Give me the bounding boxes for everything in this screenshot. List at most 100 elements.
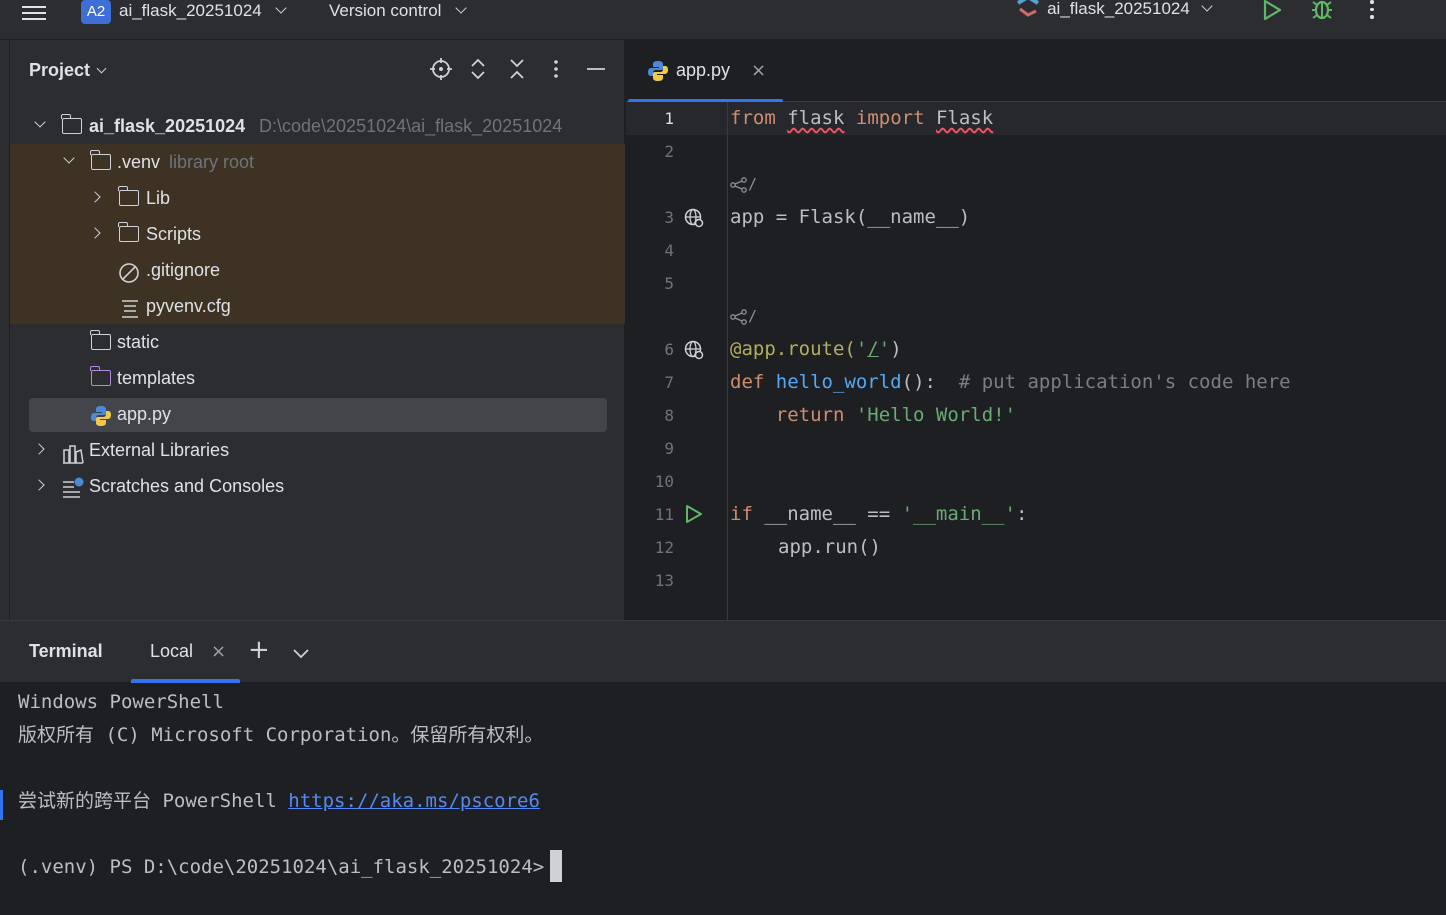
main-menu-icon[interactable] xyxy=(22,2,52,22)
locate-icon[interactable] xyxy=(430,58,452,80)
run-config-selector[interactable]: ai_flask_20251024 xyxy=(1014,0,1213,21)
scratch-icon xyxy=(62,475,86,511)
code-token: / xyxy=(867,338,879,360)
tree-item-label: Scripts xyxy=(146,224,202,244)
tree-item-app-py[interactable]: app.py xyxy=(10,396,625,432)
chevron-down-icon xyxy=(275,2,287,14)
code-area[interactable]: from flask import Flask / app = Flask(__… xyxy=(730,102,1446,620)
tree-item-root[interactable]: ai_flask_20251024 D:\code\20251024\ai_fl… xyxy=(10,108,625,144)
line-number: 5 xyxy=(664,274,674,293)
line-number: 11 xyxy=(654,505,674,524)
tree-item-static[interactable]: static xyxy=(10,324,625,360)
debug-icon xyxy=(1312,0,1332,20)
terminal-line: Windows PowerShell xyxy=(18,691,224,713)
code-token: __name__ == xyxy=(752,503,902,525)
tree-item-pyvenv[interactable]: pyvenv.cfg xyxy=(10,288,625,324)
run-button[interactable] xyxy=(1262,0,1282,24)
tree-item-venv[interactable]: .venv library root xyxy=(10,144,625,180)
tree-item-gitignore[interactable]: .gitignore xyxy=(10,252,625,288)
project-tree: ai_flask_20251024 D:\code\20251024\ai_fl… xyxy=(10,108,625,504)
endpoint-hint[interactable]: / xyxy=(730,168,757,201)
tree-item-label: pyvenv.cfg xyxy=(146,296,231,316)
share-icon xyxy=(730,308,747,325)
debug-button[interactable] xyxy=(1310,0,1334,24)
terminal-options-chevron-down-icon[interactable] xyxy=(293,644,309,659)
line-number: 8 xyxy=(664,406,674,425)
code-token: '__main__' xyxy=(901,503,1016,525)
chevron-down-icon[interactable] xyxy=(34,116,46,128)
code-token: Flask xyxy=(935,107,994,129)
code-token: ' xyxy=(878,338,891,360)
terminal-tab-local[interactable]: Local xyxy=(150,641,193,662)
terminal-line: 尝试新的跨平台 PowerShell https://aka.ms/pscore… xyxy=(18,785,540,818)
code-line: from flask import Flask xyxy=(730,102,993,135)
tree-item-scripts[interactable]: Scripts xyxy=(10,216,625,252)
project-badge[interactable]: A2 xyxy=(81,0,111,24)
code-token: import xyxy=(855,107,925,129)
project-switcher[interactable]: ai_flask_20251024 xyxy=(119,0,287,22)
code-line: app = Flask(__name__) xyxy=(730,206,971,228)
web-globe-icon[interactable] xyxy=(684,208,704,232)
tree-item-templates[interactable]: templates xyxy=(10,360,625,396)
line-number: 3 xyxy=(664,208,674,227)
new-terminal-plus-icon[interactable]: + xyxy=(248,635,270,665)
project-view-selector[interactable]: Project xyxy=(29,60,107,81)
vcs-menu[interactable]: Version control xyxy=(329,0,467,22)
options-icon[interactable] xyxy=(547,58,565,80)
terminal-prompt-line[interactable]: (.venv) PS D:\code\20251024\ai_flask_202… xyxy=(18,849,563,884)
chevron-right-icon[interactable] xyxy=(33,443,45,455)
editor-tab-app-py[interactable]: app.py × xyxy=(626,40,783,103)
templates-folder-icon xyxy=(90,366,111,386)
project-toolbar xyxy=(430,58,605,80)
code-line: app.run() xyxy=(778,536,881,558)
terminal-prompt: (.venv) PS D:\code\20251024\ai_flask_202… xyxy=(18,856,545,878)
close-icon[interactable]: × xyxy=(211,641,226,662)
terminal-title: Terminal xyxy=(29,641,103,661)
project-name: ai_flask_20251024 xyxy=(119,1,262,20)
tree-item-scratches[interactable]: Scratches and Consoles xyxy=(10,468,625,504)
line-number: 2 xyxy=(664,142,674,161)
line-number: 1 xyxy=(664,109,674,128)
vcs-label: Version control xyxy=(329,1,442,20)
flask-run-config-icon xyxy=(1016,0,1040,17)
tree-item-external-libraries[interactable]: External Libraries xyxy=(10,432,625,468)
code-token: flask xyxy=(787,107,845,129)
code-token: : xyxy=(1016,503,1028,525)
web-globe-icon[interactable] xyxy=(684,340,704,364)
code-token: 'Hello World!' xyxy=(855,404,1017,426)
tree-item-label: Lib xyxy=(146,188,171,208)
run-gutter-icon[interactable] xyxy=(684,504,704,528)
more-actions-icon[interactable] xyxy=(1370,0,1376,20)
close-icon[interactable]: × xyxy=(751,60,766,81)
line-number: 10 xyxy=(654,472,674,491)
terminal-cursor xyxy=(550,849,563,882)
code-token: ' xyxy=(855,338,868,360)
chevron-right-icon[interactable] xyxy=(89,191,101,203)
endpoint-hint[interactable]: / xyxy=(730,300,757,333)
folder-icon xyxy=(118,186,139,206)
tree-item-lib[interactable]: Lib xyxy=(10,180,625,216)
chevron-right-icon[interactable] xyxy=(33,479,45,491)
minimize-icon[interactable] xyxy=(586,58,605,80)
chevron-down-icon[interactable] xyxy=(63,152,75,164)
code-line: def hello_world(): # put application's c… xyxy=(730,366,1291,399)
tree-item-label: Scratches and Consoles xyxy=(89,476,285,496)
code-token: return xyxy=(775,404,845,426)
terminal-text: 尝试新的跨平台 PowerShell xyxy=(18,790,289,812)
terminal-link[interactable]: https://aka.ms/pscore6 xyxy=(288,790,540,812)
chevron-right-icon[interactable] xyxy=(89,227,101,239)
expand-all-icon[interactable] xyxy=(469,58,487,80)
run-icon xyxy=(1263,0,1282,21)
line-number: 4 xyxy=(664,241,674,260)
code-comment: # put application's code here xyxy=(958,371,1291,393)
tree-item-label: ai_flask_20251024 xyxy=(89,116,246,136)
tree-item-label: static xyxy=(117,332,160,352)
chevron-down-icon xyxy=(1201,0,1213,12)
tree-item-label: templates xyxy=(117,368,196,388)
terminal-header: Terminal Local × + xyxy=(0,621,1446,683)
code-line: @app.route('/') xyxy=(730,333,902,366)
line-number: 6 xyxy=(664,340,674,359)
folder-icon xyxy=(90,150,111,170)
terminal-line-marker xyxy=(0,790,3,820)
collapse-all-icon[interactable] xyxy=(508,58,526,80)
